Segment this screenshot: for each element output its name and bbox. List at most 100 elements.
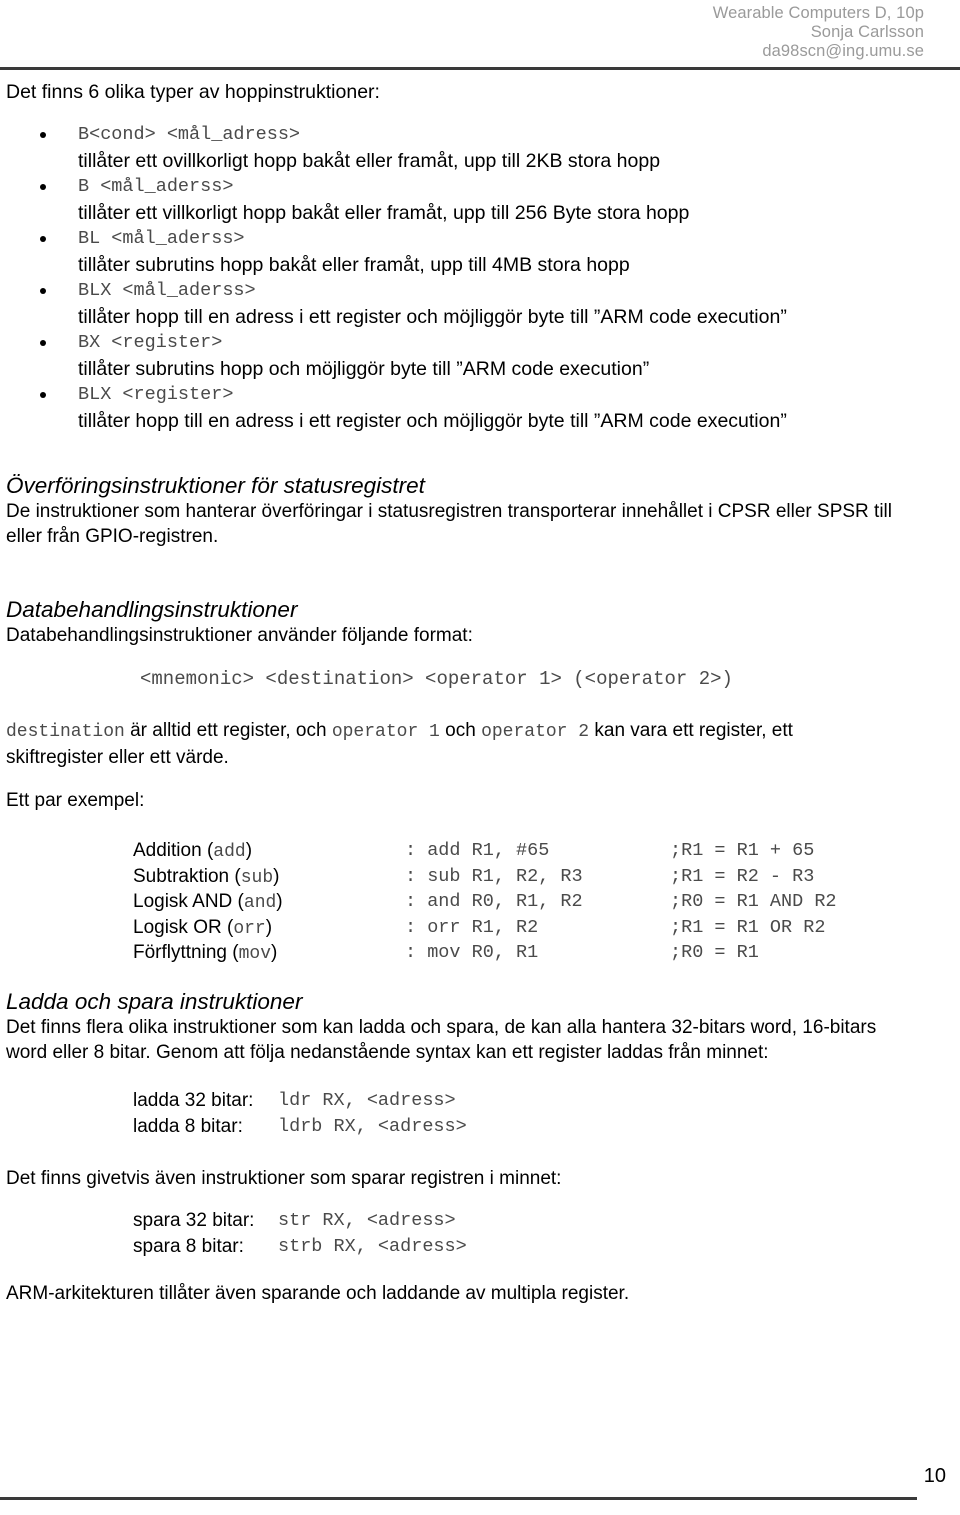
- table-row: spara 32 bitar: str RX, <adress>: [133, 1208, 467, 1234]
- destination-paragraph-line2: skiftregister eller ett värde.: [6, 747, 229, 768]
- inline-code-operator2: operator 2: [481, 722, 590, 742]
- list-item-code: BX <register>: [78, 332, 223, 353]
- syntax-label: ladda 32 bitar:: [133, 1090, 254, 1111]
- section-body-line: De instruktioner som hanterar överföring…: [6, 501, 892, 522]
- list-item: B <mål_aderss> tillåter ett villkorligt …: [0, 174, 960, 226]
- list-item-code: BLX <mål_aderss>: [78, 280, 256, 301]
- store-intro-paragraph: Det finns givetvis även instruktioner so…: [6, 1168, 562, 1189]
- page-number: 10: [923, 1465, 946, 1487]
- closing-paragraph: ARM-arkitekturen tillåter även sparande …: [6, 1283, 630, 1304]
- inline-code-operator1: operator 1: [331, 722, 440, 742]
- document-page: Wearable Computers D, 10p Sonja Carlsson…: [0, 0, 960, 1515]
- list-item-description: tillåter ett villkorligt hopp bakåt elle…: [78, 202, 690, 224]
- list-item-code: B<cond> <mål_adress>: [78, 124, 301, 145]
- example-instruction: : add R1, #65: [405, 840, 550, 861]
- section-body-line: eller från GPIO-registren.: [6, 526, 219, 547]
- page-header: Wearable Computers D, 10p Sonja Carlsson…: [0, 0, 960, 70]
- list-item: BX <register> tillåter subrutins hopp oc…: [0, 330, 960, 382]
- store-syntax-table: spara 32 bitar: str RX, <adress> spara 8…: [133, 1208, 467, 1260]
- examples-label: Ett par exempel:: [6, 790, 145, 811]
- example-comment: ;R0 = R1: [670, 942, 759, 963]
- syntax-code: ldrb RX, <adress>: [278, 1116, 467, 1137]
- bullet-dot-icon: [40, 340, 46, 346]
- instruction-format-line: <mnemonic> <destination> <operator 1> (<…: [140, 668, 733, 690]
- table-row: Förflyttning (mov) : mov R0, R1 ;R0 = R1: [133, 940, 837, 966]
- bullet-dot-icon: [40, 184, 46, 190]
- inline-text-2: och: [439, 720, 482, 741]
- inline-code-destination: destination: [6, 722, 125, 742]
- table-row: Logisk AND (and) : and R0, R1, R2 ;R0 = …: [133, 889, 837, 915]
- list-item-code: BLX <register>: [78, 384, 234, 405]
- syntax-label: ladda 8 bitar:: [133, 1116, 243, 1137]
- list-item-description: tillåter ett ovillkorligt hopp bakåt ell…: [78, 150, 661, 172]
- example-mnemonic: orr: [233, 918, 266, 939]
- syntax-code: strb RX, <adress>: [278, 1236, 467, 1257]
- example-name: Logisk OR (orr): [133, 916, 273, 939]
- example-comment: ;R0 = R1 AND R2: [670, 891, 837, 912]
- bullet-dot-icon: [40, 392, 46, 398]
- bullet-dot-icon: [40, 236, 46, 242]
- section-body-line: Det finns flera olika instruktioner som …: [6, 1017, 877, 1038]
- table-row: ladda 8 bitar: ldrb RX, <adress>: [133, 1114, 467, 1140]
- header-divider: [0, 67, 960, 70]
- section-heading: Ladda och spara instruktioner: [6, 989, 303, 1014]
- table-row: ladda 32 bitar: ldr RX, <adress>: [133, 1088, 467, 1114]
- syntax-label: spara 8 bitar:: [133, 1236, 244, 1257]
- section-body-line: Databehandlingsinstruktioner använder fö…: [6, 625, 473, 646]
- example-instruction: : and R0, R1, R2: [405, 891, 583, 912]
- section-load-store: Ladda och spara instruktioner Det finns …: [6, 988, 876, 1065]
- intro-paragraph: Det finns 6 olika typer av hoppinstrukti…: [6, 81, 380, 103]
- examples-table: Addition (add) : add R1, #65 ;R1 = R1 + …: [133, 838, 837, 966]
- example-name-text: Logisk OR: [133, 916, 222, 938]
- list-item-description: tillåter subrutins hopp bakåt eller fram…: [78, 254, 630, 276]
- inline-text-1: är alltid ett register, och: [124, 720, 332, 741]
- load-syntax-table: ladda 32 bitar: ldr RX, <adress> ladda 8…: [133, 1088, 467, 1140]
- example-name-text: Subtraktion: [133, 865, 230, 887]
- list-item-code: BL <mål_aderss>: [78, 228, 245, 249]
- jump-instruction-list: B<cond> <mål_adress> tillåter ett ovillk…: [0, 122, 960, 434]
- header-email-line: da98scn@ing.umu.se: [762, 42, 924, 60]
- footer-divider: [0, 1497, 917, 1500]
- example-comment: ;R1 = R1 + 65: [670, 840, 815, 861]
- syntax-label: spara 32 bitar:: [133, 1210, 255, 1231]
- list-item-description: tillåter hopp till en adress i ett regis…: [78, 410, 787, 432]
- example-name: Förflyttning (mov): [133, 942, 278, 964]
- list-item: B<cond> <mål_adress> tillåter ett ovillk…: [0, 122, 960, 174]
- section-heading: Databehandlingsinstruktioner: [6, 597, 298, 622]
- header-course-line: Wearable Computers D, 10p: [712, 4, 924, 22]
- example-name: Addition (add): [133, 840, 253, 862]
- example-comment: ;R1 = R2 - R3: [670, 865, 815, 887]
- destination-paragraph-line1: destination är alltid ett register, och …: [6, 718, 793, 745]
- syntax-code: ldr RX, <adress>: [278, 1090, 456, 1111]
- section-heading: Överföringsinstruktioner för statusregis…: [6, 473, 425, 498]
- list-item-description: tillåter subrutins hopp och möjliggör by…: [78, 358, 650, 380]
- header-text-block: Wearable Computers D, 10p Sonja Carlsson…: [0, 4, 960, 61]
- syntax-code: str RX, <adress>: [278, 1210, 456, 1231]
- table-row: spara 8 bitar: strb RX, <adress>: [133, 1234, 467, 1260]
- list-item: BLX <mål_aderss> tillåter hopp till en a…: [0, 278, 960, 330]
- list-item: BLX <register> tillåter hopp till en adr…: [0, 382, 960, 434]
- example-name: Subtraktion (sub): [133, 865, 280, 888]
- section-data-instructions: Databehandlingsinstruktioner Databehandl…: [6, 596, 473, 648]
- example-mnemonic: add: [213, 842, 246, 862]
- section-transfer-instructions: Överföringsinstruktioner för statusregis…: [6, 472, 892, 549]
- header-author-line: Sonja Carlsson: [810, 23, 924, 41]
- example-name-text: Addition: [133, 840, 202, 861]
- section-body-line: word eller 8 bitar. Genom att följa neda…: [6, 1042, 769, 1063]
- list-item: BL <mål_aderss> tillåter subrutins hopp …: [0, 226, 960, 278]
- example-mnemonic: sub: [240, 867, 274, 888]
- bullet-dot-icon: [40, 132, 46, 138]
- example-instruction: : sub R1, R2, R3: [405, 865, 583, 887]
- example-mnemonic: and: [243, 893, 277, 913]
- inline-text-3: kan vara ett register, ett: [589, 720, 793, 741]
- example-instruction: : orr R1, R2: [405, 916, 539, 938]
- list-item-description: tillåter hopp till en adress i ett regis…: [78, 306, 787, 328]
- table-row: Logisk OR (orr) : orr R1, R2 ;R1 = R1 OR…: [133, 915, 837, 941]
- example-name-text: Logisk AND: [133, 891, 233, 912]
- table-row: Addition (add) : add R1, #65 ;R1 = R1 + …: [133, 838, 837, 864]
- bullet-dot-icon: [40, 288, 46, 294]
- example-instruction: : mov R0, R1: [405, 942, 539, 963]
- example-mnemonic: mov: [238, 944, 271, 964]
- destination-paragraph: destination är alltid ett register, och …: [6, 718, 793, 771]
- example-comment: ;R1 = R1 OR R2: [670, 916, 826, 938]
